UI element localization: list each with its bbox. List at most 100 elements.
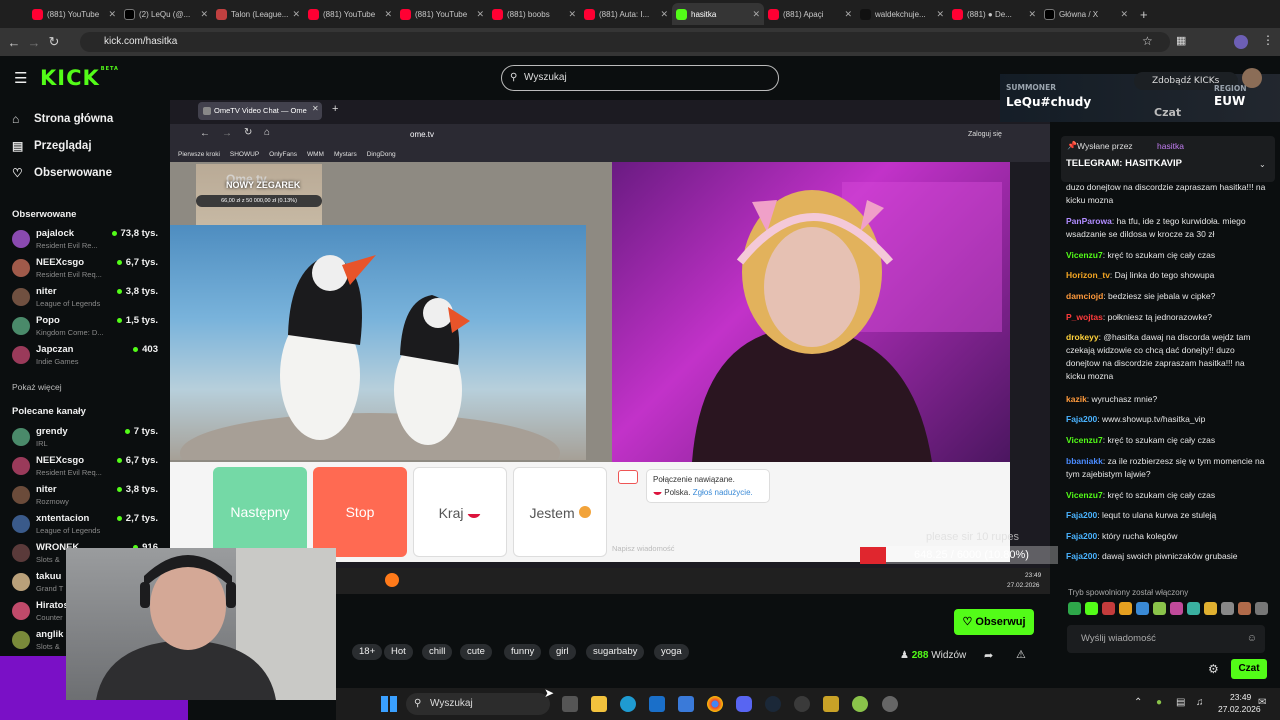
new-tab-icon[interactable]: +: [1140, 7, 1148, 22]
chat-username[interactable]: Faja200: [1066, 414, 1097, 424]
chat-username[interactable]: kazik: [1066, 394, 1087, 404]
send-chat-button[interactable]: Czat: [1231, 659, 1267, 679]
chrome-icon[interactable]: [707, 696, 723, 712]
follow-button[interactable]: ♡ Obserwuj: [954, 609, 1034, 635]
nav-link[interactable]: ♡ Obserwowane: [12, 166, 112, 180]
bookmark-star-icon[interactable]: ☆: [1142, 34, 1153, 48]
chevron-down-icon[interactable]: ⌄: [1259, 160, 1266, 169]
profile-avatar[interactable]: [1234, 35, 1248, 49]
chat-username[interactable]: PanParowa: [1066, 216, 1112, 226]
hamburger-menu-icon[interactable]: ☰: [14, 69, 27, 87]
taskbar-date[interactable]: 27.02.2026: [1218, 704, 1261, 714]
chat-username[interactable]: Horizon_tv: [1066, 270, 1110, 280]
chat-username[interactable]: drokeyy: [1066, 332, 1099, 342]
stream-tag[interactable]: chill: [422, 644, 453, 660]
channel-item[interactable]: niter Rozmowy 3,8 tys.: [12, 483, 162, 509]
chat-username[interactable]: Faja200: [1066, 510, 1097, 520]
show-more-link[interactable]: Pokaż więcej: [12, 382, 62, 392]
settings-gear-icon[interactable]: ⚙: [1208, 662, 1219, 676]
country-button[interactable]: Kraj: [413, 467, 507, 557]
riot-icon[interactable]: [882, 696, 898, 712]
discord-icon[interactable]: [736, 696, 752, 712]
browser-tab[interactable]: Talon (League... ✕: [212, 3, 304, 25]
network-icon[interactable]: ▤: [1176, 697, 1185, 708]
browser-tab[interactable]: (881) YouTube ✕: [28, 3, 120, 25]
tab-close-icon[interactable]: ✕: [568, 9, 576, 20]
tray-chevron-icon[interactable]: ⌃: [1134, 697, 1142, 708]
emote-icon[interactable]: [1068, 602, 1081, 615]
extensions-icon[interactable]: ▦: [1176, 34, 1186, 47]
stream-tag[interactable]: sugarbaby: [586, 644, 645, 660]
browser-tab[interactable]: waldekchuje... ✕: [856, 3, 948, 25]
emote-icon[interactable]: [1102, 602, 1115, 615]
chat-username[interactable]: P_wojtas: [1066, 312, 1103, 322]
search-input[interactable]: ⚲ Wyszukaj: [501, 65, 779, 91]
windows-start-icon[interactable]: [381, 696, 397, 712]
task-view-icon[interactable]: [562, 696, 578, 712]
tab-close-icon[interactable]: ✕: [476, 9, 484, 20]
tab-close-icon[interactable]: ✕: [200, 9, 208, 20]
stream-tag[interactable]: cute: [460, 644, 492, 660]
browser-tab[interactable]: (881) boobs ✕: [488, 3, 580, 25]
emote-icon[interactable]: [1187, 602, 1200, 615]
next-button[interactable]: Następny: [213, 467, 307, 557]
stream-tag[interactable]: Hot: [384, 644, 413, 660]
tab-close-icon[interactable]: ✕: [108, 9, 116, 20]
tab-close-icon[interactable]: ✕: [752, 9, 760, 20]
emote-icon[interactable]: [1238, 602, 1251, 615]
stream-tag[interactable]: yoga: [654, 644, 689, 660]
emote-icon[interactable]: [1204, 602, 1217, 615]
channel-item[interactable]: niter League of Legends 3,8 tys.: [12, 285, 162, 311]
browser-tab[interactable]: (881) YouTube ✕: [304, 3, 396, 25]
store-icon[interactable]: [678, 696, 694, 712]
gender-button[interactable]: Jestem: [513, 467, 607, 557]
browser-tab[interactable]: Główna / X ✕: [1040, 3, 1132, 25]
stream-tag[interactable]: girl: [549, 644, 576, 660]
reload-icon[interactable]: ↻: [44, 34, 64, 50]
browser-tab[interactable]: hasitka ✕: [672, 3, 764, 25]
channel-item[interactable]: Japczan Indie Games 403: [12, 343, 162, 369]
browser-tab[interactable]: (881) Auta: I... ✕: [580, 3, 672, 25]
chat-username[interactable]: Vicenzu7: [1066, 435, 1103, 445]
pinned-message[interactable]: 📌 Wysłane przez hasitka TELEGRAM: HASITK…: [1061, 136, 1275, 182]
steam-icon[interactable]: [765, 696, 781, 712]
url-bar[interactable]: kick.com/hasitka: [80, 32, 1170, 52]
menu-dots-icon[interactable]: ⋮: [1262, 33, 1274, 47]
channel-item[interactable]: xntentacion League of Legends 2,7 tys.: [12, 512, 162, 538]
chat-username[interactable]: Vicenzu7: [1066, 250, 1103, 260]
notification-bell-icon[interactable]: ✉: [1258, 697, 1266, 708]
edge-icon[interactable]: [620, 696, 636, 712]
kick-logo[interactable]: KICKBETA: [40, 66, 119, 90]
chat-username[interactable]: Vicenzu7: [1066, 490, 1103, 500]
channel-item[interactable]: NEEXcsgo Resident Evil Req... 6,7 tys.: [12, 454, 162, 480]
tab-close-icon[interactable]: ✕: [1120, 9, 1128, 20]
stop-button[interactable]: Stop: [313, 467, 407, 557]
xbox-icon[interactable]: [852, 696, 868, 712]
emoji-icon[interactable]: ☺: [1247, 625, 1257, 653]
chat-username[interactable]: Faja200: [1066, 531, 1097, 541]
taskbar-time[interactable]: 23:49: [1230, 692, 1251, 702]
channel-item[interactable]: Popo Kingdom Come: D... 1,5 tys.: [12, 314, 162, 340]
tab-close-icon[interactable]: ✕: [660, 9, 668, 20]
tab-close-icon[interactable]: ✕: [292, 9, 300, 20]
channel-item[interactable]: pajalock Resident Evil Re... 73,8 tys.: [12, 227, 162, 253]
nav-link[interactable]: ⌂ Strona główna: [12, 112, 113, 126]
back-icon[interactable]: ←: [4, 35, 24, 50]
emote-icon[interactable]: [1170, 602, 1183, 615]
stream-tag[interactable]: 18+: [352, 644, 383, 660]
obs-icon[interactable]: [794, 696, 810, 712]
emote-icon[interactable]: [1085, 602, 1098, 615]
chat-username[interactable]: Faja200: [1066, 551, 1097, 561]
tab-close-icon[interactable]: ✕: [844, 9, 852, 20]
tab-close-icon[interactable]: ✕: [936, 9, 944, 20]
outlook-icon[interactable]: [649, 696, 665, 712]
forward-icon[interactable]: →: [24, 35, 44, 50]
emote-icon[interactable]: [1119, 602, 1132, 615]
chat-input[interactable]: Wyślij wiadomość ☺: [1067, 625, 1265, 653]
browser-tab[interactable]: (2) LeQu (@... ✕: [120, 3, 212, 25]
browser-tab[interactable]: (881) ● De... ✕: [948, 3, 1040, 25]
emote-icon[interactable]: [1153, 602, 1166, 615]
browser-tab[interactable]: (881) YouTube ✕: [396, 3, 488, 25]
share-icon[interactable]: ➦: [984, 649, 993, 662]
emote-icon[interactable]: [1136, 602, 1149, 615]
